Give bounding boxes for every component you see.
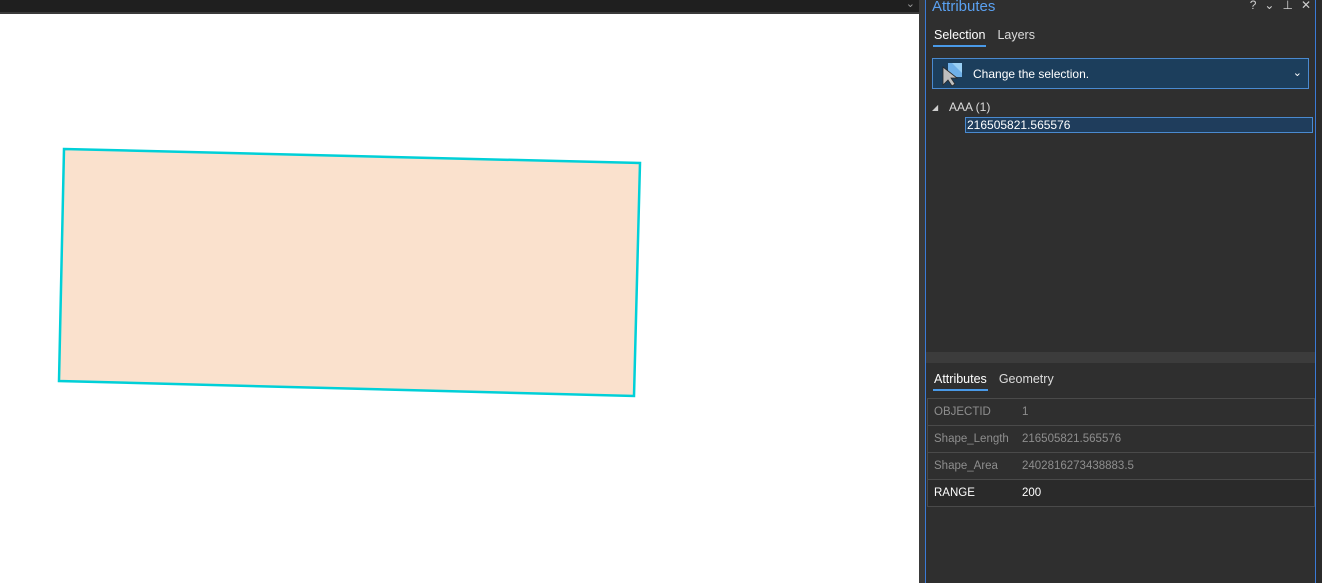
pane-controls: ? ⌄ ⊥ ✕: [1250, 0, 1311, 12]
table-row[interactable]: RANGE 200: [927, 480, 1315, 507]
field-name: Shape_Area: [934, 460, 998, 472]
map-view-header: ⌄: [0, 0, 919, 14]
change-selection-label: Change the selection.: [973, 66, 1090, 81]
chevron-down-icon: ⌄: [1292, 67, 1302, 79]
help-icon[interactable]: ?: [1250, 0, 1257, 12]
section-divider[interactable]: [926, 352, 1315, 363]
tree-feature-item[interactable]: 216505821.565576: [965, 117, 1313, 133]
close-icon[interactable]: ✕: [1301, 0, 1311, 12]
change-selection-dropdown[interactable]: Change the selection. ⌄: [932, 58, 1309, 89]
map-canvas[interactable]: [0, 14, 919, 583]
field-value: 2402816273438883.5: [1022, 460, 1134, 472]
field-name: Shape_Length: [934, 433, 1009, 445]
selection-tabs: Selection Layers: [933, 26, 1036, 47]
detail-tabs: Attributes Geometry: [933, 370, 1055, 391]
field-value: 1: [1022, 406, 1029, 418]
chevron-down-icon[interactable]: ⌄: [906, 0, 915, 10]
table-row: OBJECTID 1: [927, 399, 1315, 426]
field-value-input[interactable]: 200: [1022, 487, 1041, 499]
tab-geometry[interactable]: Geometry: [998, 370, 1055, 391]
table-row: Shape_Area 2402816273438883.5: [927, 453, 1315, 480]
tab-layers[interactable]: Layers: [996, 26, 1036, 47]
options-chevron-icon[interactable]: ⌄: [1264, 0, 1274, 12]
field-name: RANGE: [934, 487, 975, 499]
selection-tree: ◢ AAA (1) 216505821.565576: [932, 100, 1315, 133]
pin-icon[interactable]: ⊥: [1282, 0, 1292, 12]
tab-attributes[interactable]: Attributes: [933, 370, 988, 391]
attributes-pane: Attributes ? ⌄ ⊥ ✕ Selection Layers Chan…: [925, 0, 1316, 583]
pane-title: Attributes: [932, 0, 996, 15]
selected-polygon-feature[interactable]: [57, 147, 642, 398]
select-cursor-icon: [942, 62, 962, 87]
map-view[interactable]: ⌄: [0, 0, 919, 583]
table-row: Shape_Length 216505821.565576: [927, 426, 1315, 453]
field-value: 216505821.565576: [1022, 433, 1122, 445]
field-name: OBJECTID: [934, 406, 991, 418]
tree-layer-label: AAA (1): [949, 100, 991, 114]
tab-selection[interactable]: Selection: [933, 26, 987, 47]
expand-triangle-icon[interactable]: ◢: [932, 103, 942, 112]
attribute-table: OBJECTID 1 Shape_Length 216505821.565576…: [927, 398, 1315, 507]
tree-layer-node[interactable]: ◢ AAA (1): [932, 100, 1315, 114]
